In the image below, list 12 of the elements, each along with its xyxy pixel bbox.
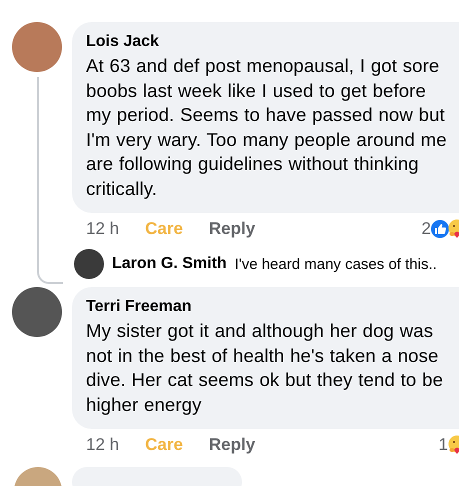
timestamp: 12 h — [86, 435, 120, 455]
reply-link[interactable]: Reply — [208, 435, 256, 455]
reply-link[interactable]: Reply — [208, 219, 256, 239]
reaction-count: 2 — [422, 219, 431, 239]
author-name[interactable]: Lois Jack — [86, 32, 449, 52]
comment-text: At 63 and def post menopausal, I got sore boobs last week like I used to get before my period. Seems to have passed now but I'm very wary. Too many people around me are following guidelines without thinking critically. — [86, 54, 448, 201]
author-name[interactable]: Laron G. Smith — [112, 255, 227, 273]
reply-preview[interactable]: I've heard many cases of this.. — [234, 256, 437, 272]
author-name[interactable]: Terri Freeman — [86, 297, 449, 317]
comment-text: My sister got it and although her dog was not in the best of health he's taken a nose dive. Her cat seems ok but they tend to be higher energy — [86, 319, 444, 417]
reaction-count: 1 — [438, 435, 448, 455]
timestamp: 12 h — [86, 219, 120, 239]
